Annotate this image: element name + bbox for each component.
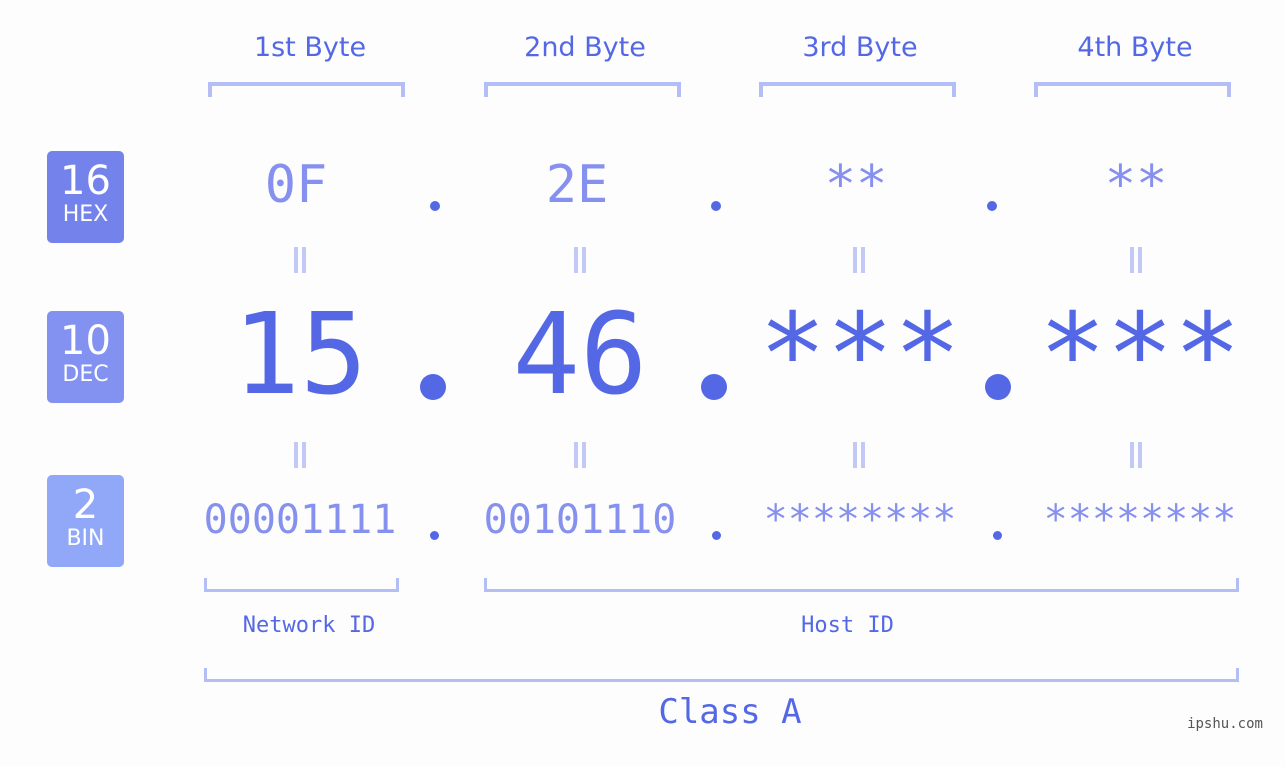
equals-icon [1128, 442, 1144, 468]
equals-icon [292, 247, 308, 273]
byte-bracket-1 [208, 82, 405, 97]
hex-base-number: 16 [60, 158, 111, 204]
bin-dot-1 [430, 531, 439, 540]
hex-base-label: HEX [62, 202, 109, 227]
byte-bracket-3 [759, 82, 956, 97]
bin-byte-1: 00001111 [203, 497, 397, 543]
byte-header-4: 4th Byte [1077, 32, 1193, 63]
dec-base-number: 10 [60, 318, 111, 364]
bin-dot-3 [993, 531, 1002, 540]
bin-byte-3: ******** [763, 497, 957, 543]
bin-base-label: BIN [66, 526, 105, 551]
bin-dot-2 [712, 531, 721, 540]
byte-header-1: 1st Byte [253, 32, 367, 63]
equals-icon [851, 247, 867, 273]
hex-dot-3 [987, 201, 997, 211]
network-id-label: Network ID [242, 613, 376, 638]
equals-icon [572, 247, 588, 273]
dec-dot-2 [701, 374, 727, 400]
hex-byte-4: ** [1104, 155, 1168, 215]
equals-icon [292, 442, 308, 468]
hex-dot-2 [711, 201, 721, 211]
host-id-bracket [484, 578, 1239, 592]
equals-icon [1128, 247, 1144, 273]
byte-header-3: 3rd Byte [802, 32, 918, 63]
bin-badge: 2 BIN [47, 475, 124, 567]
hex-dot-1 [430, 201, 440, 211]
byte-bracket-2 [484, 82, 681, 97]
bin-byte-4: ******** [1043, 497, 1237, 543]
hex-byte-1: 0F [264, 155, 328, 215]
byte-bracket-4 [1034, 82, 1231, 97]
equals-icon [851, 442, 867, 468]
watermark: ipshu.com [1187, 716, 1263, 732]
bin-byte-2: 00101110 [483, 497, 677, 543]
equals-icon [572, 442, 588, 468]
hex-byte-2: 2E [545, 155, 609, 215]
dec-dot-3 [985, 374, 1011, 400]
dec-byte-3: *** [758, 290, 962, 420]
byte-header-2: 2nd Byte [524, 32, 646, 63]
dec-base-label: DEC [62, 362, 109, 387]
network-id-bracket [204, 578, 399, 592]
dec-byte-1: 15 [232, 290, 368, 420]
dec-byte-2: 46 [512, 290, 648, 420]
host-id-label: Host ID [801, 613, 894, 638]
dec-badge: 10 DEC [47, 311, 124, 403]
hex-badge: 16 HEX [47, 151, 124, 243]
dec-dot-1 [420, 374, 446, 400]
class-bracket [204, 668, 1239, 682]
dec-byte-4: *** [1038, 290, 1242, 420]
hex-byte-3: ** [824, 155, 888, 215]
class-label: Class A [658, 692, 802, 732]
bin-base-number: 2 [72, 482, 99, 528]
